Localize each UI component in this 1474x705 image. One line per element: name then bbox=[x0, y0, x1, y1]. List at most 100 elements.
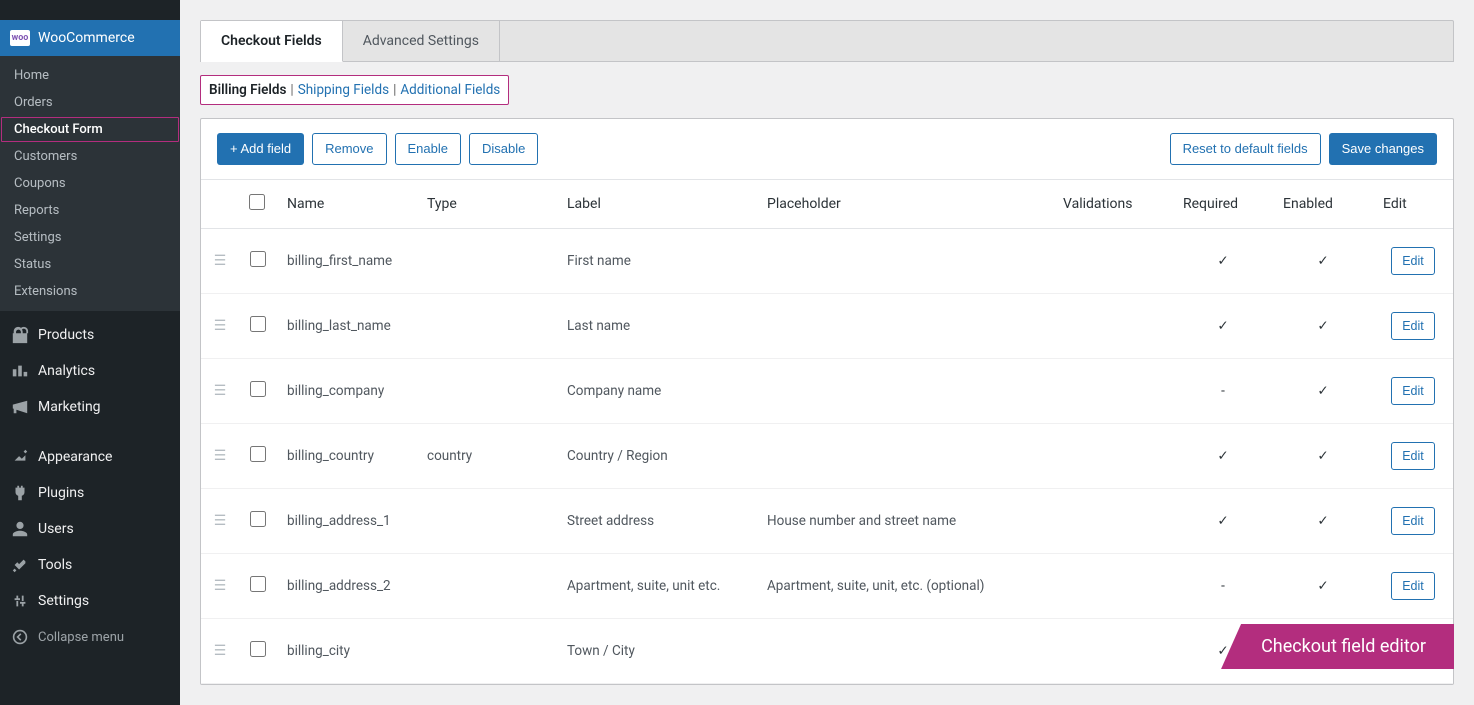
products-icon bbox=[10, 325, 30, 345]
cell-placeholder bbox=[757, 619, 1053, 684]
sidebar-subitem-orders[interactable]: Orders bbox=[0, 89, 180, 116]
sidebar-subitem-settings[interactable]: Settings bbox=[0, 224, 180, 251]
cell-required: - bbox=[1173, 554, 1273, 619]
sidebar-item-settings[interactable]: Settings bbox=[0, 583, 180, 619]
select-all-checkbox[interactable] bbox=[249, 194, 265, 210]
reset-button[interactable]: Reset to default fields bbox=[1170, 133, 1321, 165]
marketing-icon bbox=[10, 397, 30, 417]
edit-button[interactable]: Edit bbox=[1391, 312, 1435, 340]
sidebar-item-tools[interactable]: Tools bbox=[0, 547, 180, 583]
cell-name: billing_last_name bbox=[277, 294, 417, 359]
sidebar-subitem-coupons[interactable]: Coupons bbox=[0, 170, 180, 197]
page-tabs: Checkout Fields Advanced Settings bbox=[200, 20, 1454, 62]
cell-placeholder: House number and street name bbox=[757, 489, 1053, 554]
edit-button[interactable]: Edit bbox=[1391, 247, 1435, 275]
edit-button[interactable]: Edit bbox=[1391, 377, 1435, 405]
table-row: ☰billing_countrycountryCountry / Region✓… bbox=[201, 424, 1453, 489]
sidebar-item-products[interactable]: Products bbox=[0, 317, 180, 353]
th-label: Label bbox=[557, 180, 757, 229]
drag-handle-icon[interactable]: ☰ bbox=[214, 643, 227, 659]
th-type: Type bbox=[417, 180, 557, 229]
cell-required: - bbox=[1173, 359, 1273, 424]
edit-button[interactable]: Edit bbox=[1391, 572, 1435, 600]
collapse-menu[interactable]: Collapse menu bbox=[0, 619, 180, 655]
collapse-icon bbox=[10, 627, 30, 647]
plugins-icon bbox=[10, 483, 30, 503]
subtab-additional[interactable]: Additional Fields bbox=[400, 82, 500, 98]
sidebar-item-label: Settings bbox=[38, 593, 89, 609]
cell-enabled: ✓ bbox=[1273, 489, 1373, 554]
drag-handle-icon[interactable]: ☰ bbox=[214, 513, 227, 529]
cell-enabled: ✓ bbox=[1273, 294, 1373, 359]
cell-enabled: ✓ bbox=[1273, 424, 1373, 489]
row-checkbox[interactable] bbox=[250, 446, 266, 462]
sidebar-item-label: Users bbox=[38, 521, 74, 537]
row-checkbox[interactable] bbox=[250, 251, 266, 267]
enable-button[interactable]: Enable bbox=[395, 133, 461, 165]
th-edit: Edit bbox=[1373, 180, 1453, 229]
drag-handle-icon[interactable]: ☰ bbox=[214, 578, 227, 594]
table-row: ☰billing_address_2Apartment, suite, unit… bbox=[201, 554, 1453, 619]
sidebar-subitem-checkout-form[interactable]: Checkout Form bbox=[0, 116, 180, 143]
cell-label: Street address bbox=[557, 489, 757, 554]
sidebar-item-users[interactable]: Users bbox=[0, 511, 180, 547]
appearance-icon bbox=[10, 447, 30, 467]
th-enabled: Enabled bbox=[1273, 180, 1373, 229]
sidebar-subitem-home[interactable]: Home bbox=[0, 62, 180, 89]
th-validations: Validations bbox=[1053, 180, 1173, 229]
edit-button[interactable]: Edit bbox=[1391, 442, 1435, 470]
row-checkbox[interactable] bbox=[250, 511, 266, 527]
cell-type bbox=[417, 229, 557, 294]
sidebar-subitem-customers[interactable]: Customers bbox=[0, 143, 180, 170]
cell-type bbox=[417, 294, 557, 359]
sidebar-item-label: Plugins bbox=[38, 485, 84, 501]
woocommerce-icon: woo bbox=[10, 28, 30, 48]
subtab-billing[interactable]: Billing Fields bbox=[209, 82, 286, 98]
tab-advanced-settings[interactable]: Advanced Settings bbox=[343, 21, 500, 61]
fields-panel: + Add field Remove Enable Disable Reset … bbox=[200, 118, 1454, 685]
cell-name: billing_address_1 bbox=[277, 489, 417, 554]
sidebar-item-label: Marketing bbox=[38, 399, 101, 415]
subtab-shipping[interactable]: Shipping Fields bbox=[298, 82, 389, 98]
drag-handle-icon[interactable]: ☰ bbox=[214, 253, 227, 269]
sidebar-item-woocommerce[interactable]: woo WooCommerce bbox=[0, 20, 180, 56]
cell-validations bbox=[1053, 229, 1173, 294]
row-checkbox[interactable] bbox=[250, 576, 266, 592]
sidebar-item-plugins[interactable]: Plugins bbox=[0, 475, 180, 511]
row-checkbox[interactable] bbox=[250, 641, 266, 657]
cell-validations bbox=[1053, 619, 1173, 684]
cell-required: ✓ bbox=[1173, 424, 1273, 489]
add-field-button[interactable]: + Add field bbox=[217, 133, 304, 165]
cell-required: ✓ bbox=[1173, 489, 1273, 554]
disable-button[interactable]: Disable bbox=[469, 133, 538, 165]
cell-required: ✓ bbox=[1173, 294, 1273, 359]
drag-handle-icon[interactable]: ☰ bbox=[214, 448, 227, 464]
drag-handle-icon[interactable]: ☰ bbox=[214, 318, 227, 334]
th-placeholder: Placeholder bbox=[757, 180, 1053, 229]
cell-label: Country / Region bbox=[557, 424, 757, 489]
sidebar-subitem-reports[interactable]: Reports bbox=[0, 197, 180, 224]
admin-sidebar: woo WooCommerce Home Orders Checkout For… bbox=[0, 0, 180, 705]
cell-validations bbox=[1053, 489, 1173, 554]
sidebar-item-label: Products bbox=[38, 327, 94, 343]
cell-placeholder bbox=[757, 424, 1053, 489]
remove-button[interactable]: Remove bbox=[312, 133, 386, 165]
settings-icon bbox=[10, 591, 30, 611]
edit-button[interactable]: Edit bbox=[1391, 507, 1435, 535]
drag-handle-icon[interactable]: ☰ bbox=[214, 383, 227, 399]
table-row: ☰ billing_address_1 Street addressHouse nu… bbox=[201, 489, 1453, 554]
cell-type bbox=[417, 359, 557, 424]
tab-checkout-fields[interactable]: Checkout Fields bbox=[201, 21, 343, 62]
fields-table: Name Type Label Placeholder Validations … bbox=[201, 180, 1453, 684]
cell-type: country bbox=[417, 424, 557, 489]
sidebar-subitem-status[interactable]: Status bbox=[0, 251, 180, 278]
cell-placeholder: Apartment, suite, unit, etc. (optional) bbox=[757, 554, 1053, 619]
sidebar-subitem-extensions[interactable]: Extensions bbox=[0, 278, 180, 305]
sidebar-item-marketing[interactable]: Marketing bbox=[0, 389, 180, 425]
section-subtabs: Billing Fields | Shipping Fields | Addit… bbox=[200, 75, 509, 105]
sidebar-item-analytics[interactable]: Analytics bbox=[0, 353, 180, 389]
row-checkbox[interactable] bbox=[250, 316, 266, 332]
save-button[interactable]: Save changes bbox=[1329, 133, 1437, 165]
row-checkbox[interactable] bbox=[250, 381, 266, 397]
sidebar-item-appearance[interactable]: Appearance bbox=[0, 439, 180, 475]
